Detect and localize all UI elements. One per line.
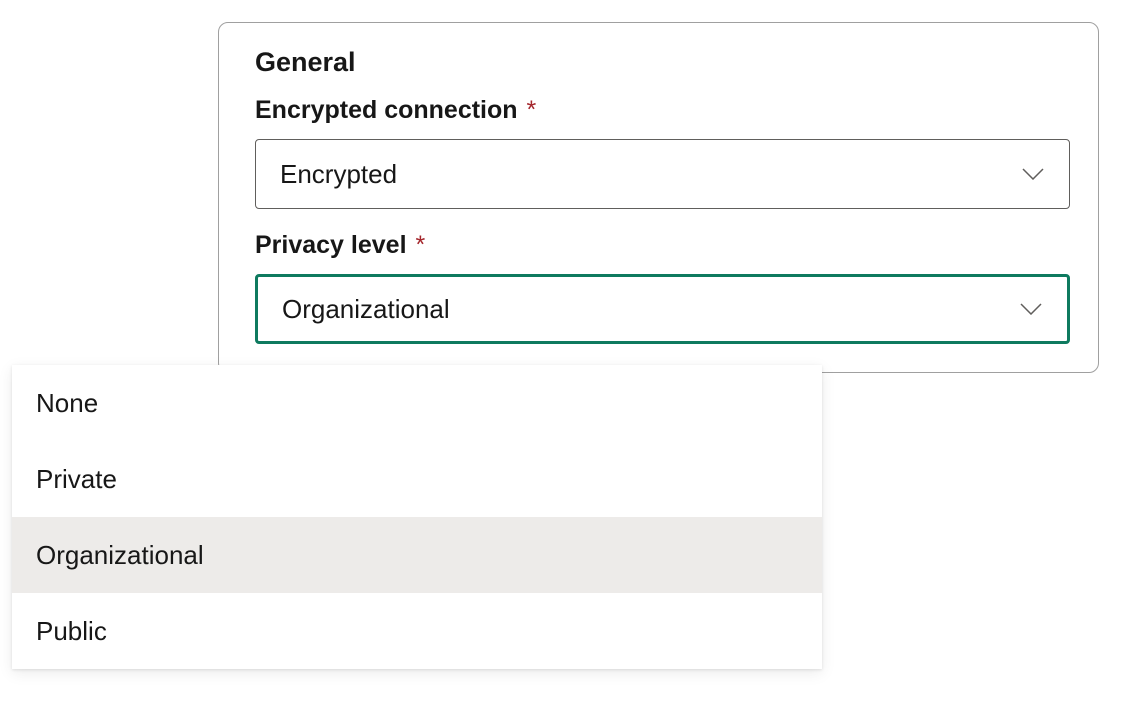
privacy-level-option-private[interactable]: Private — [12, 441, 822, 517]
privacy-level-options-list: None Private Organizational Public — [12, 365, 822, 669]
encrypted-connection-label: Encrypted connection * — [255, 96, 1070, 125]
chevron-down-icon — [1017, 295, 1045, 323]
privacy-level-label: Privacy level * — [255, 231, 1070, 260]
privacy-level-option-organizational[interactable]: Organizational — [12, 517, 822, 593]
encrypted-connection-value: Encrypted — [280, 159, 397, 190]
privacy-level-option-public[interactable]: Public — [12, 593, 822, 669]
general-panel: General Encrypted connection * Encrypted… — [218, 22, 1099, 373]
section-heading: General — [255, 47, 1070, 78]
privacy-level-option-none[interactable]: None — [12, 365, 822, 441]
required-mark: * — [415, 231, 425, 259]
encrypted-connection-dropdown[interactable]: Encrypted — [255, 139, 1070, 209]
option-label: Organizational — [36, 540, 204, 571]
option-label: None — [36, 388, 98, 419]
chevron-down-icon — [1019, 160, 1047, 188]
option-label: Public — [36, 616, 107, 647]
privacy-level-label-text: Privacy level — [255, 231, 407, 259]
privacy-level-value: Organizational — [282, 294, 450, 325]
encrypted-connection-label-text: Encrypted connection — [255, 96, 518, 124]
privacy-level-dropdown[interactable]: Organizational — [255, 274, 1070, 344]
option-label: Private — [36, 464, 117, 495]
required-mark: * — [527, 96, 537, 124]
